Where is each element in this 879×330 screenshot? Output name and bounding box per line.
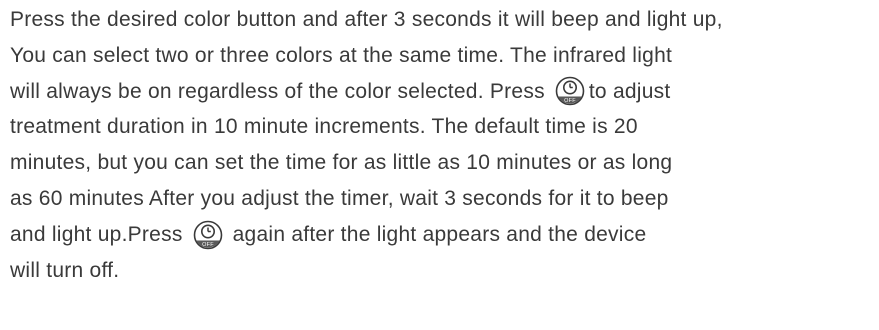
text-line-3-before: will always be on regardless of the colo…	[10, 79, 545, 103]
text-line-4: treatment duration in 10 minute incremen…	[10, 109, 879, 145]
text-line-7: and light up.Press OFF again after the l…	[10, 217, 879, 253]
text-line-1: Press the desired color button and after…	[10, 2, 872, 38]
text-line-3: will always be on regardless of the colo…	[10, 74, 879, 110]
text-line-2-content: You can select two or three colors at th…	[10, 43, 673, 67]
timer-off-button-icon-2: OFF	[193, 220, 223, 250]
text-line-6: as 60 minutes After you adjust the timer…	[10, 181, 879, 217]
text-line-2: You can select two or three colors at th…	[10, 38, 879, 74]
timer-off-button-icon: OFF	[555, 76, 585, 106]
text-line-6-content: as 60 minutes After you adjust the timer…	[10, 186, 669, 210]
text-line-5: minutes, but you can set the time for as…	[10, 145, 879, 181]
text-line-7-after: again after the light appears and the de…	[232, 222, 647, 246]
text-line-8-content: will turn off.	[10, 258, 120, 282]
clock-icon: OFF	[193, 220, 222, 249]
text-line-1-content: Press the desired color button and after…	[10, 8, 723, 31]
timer-off-label: OFF	[564, 98, 576, 104]
text-line-5-content: minutes, but you can set the time for as…	[10, 151, 673, 175]
timer-off-label-2: OFF	[202, 242, 214, 248]
clock-icon: OFF	[555, 77, 585, 106]
text-line-8: will turn off.	[10, 253, 879, 289]
text-line-3-after: to adjust	[588, 79, 671, 103]
instruction-paragraph: Press the desired color button and after…	[0, 0, 879, 330]
text-line-4-content: treatment duration in 10 minute incremen…	[10, 115, 638, 139]
text-line-7-before: and light up.Press	[10, 222, 183, 246]
